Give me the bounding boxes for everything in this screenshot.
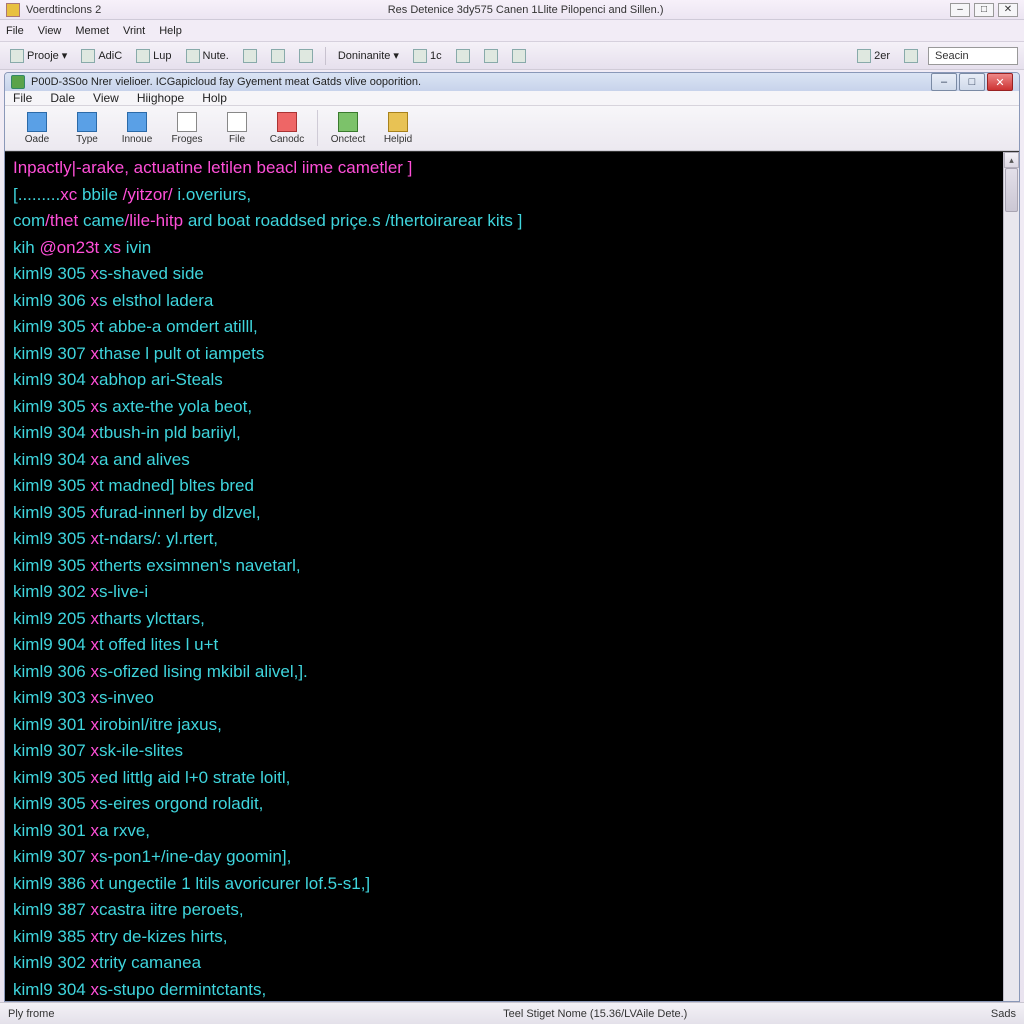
helpid-icon [388, 112, 408, 132]
inner-close-button[interactable]: ✕ [987, 73, 1013, 91]
inner-toolbar: Oade Type Innoue Froges File Canodc Onctect Hel… [5, 106, 1019, 151]
tool-oade[interactable]: Oade [13, 106, 61, 150]
tool-sep [317, 110, 318, 146]
disk-icon [186, 49, 200, 63]
outer-menu-file[interactable]: File [6, 25, 24, 37]
tb-plus[interactable] [295, 47, 317, 65]
magnifier-icon [456, 49, 470, 63]
inner-menu-holp[interactable]: Holp [202, 91, 227, 105]
tool-file[interactable]: File [213, 106, 261, 150]
doc-icon [136, 49, 150, 63]
tool-label: Canodc [270, 134, 304, 145]
folder-icon [484, 49, 498, 63]
tb-sq1[interactable] [239, 47, 261, 65]
tb-2er[interactable]: 2er [853, 47, 894, 65]
outer-menu-help[interactable]: Help [159, 25, 182, 37]
outer-toolbar: Prooje ▾ AdiC Lup Nute. Doninanite ▾ 1c … [0, 42, 1024, 70]
froges-icon [177, 112, 197, 132]
square-icon [243, 49, 257, 63]
outer-menu-view[interactable]: View [38, 25, 62, 37]
outer-menu-memet[interactable]: Memet [75, 25, 109, 37]
square2-icon [271, 49, 285, 63]
plus-icon [299, 49, 313, 63]
terminal-area: Inpactly|-arake, actuatine letilen beacl… [5, 151, 1019, 1002]
tb-refresh[interactable] [508, 47, 530, 65]
outer-search-input[interactable]: Seacin [928, 47, 1018, 65]
status-left: Ply frome [8, 1008, 54, 1020]
inner-menu-view[interactable]: View [93, 91, 119, 105]
tb-1c[interactable]: 1c [409, 47, 446, 65]
globe-icon [10, 49, 24, 63]
tb-page[interactable] [900, 47, 922, 65]
status-mid: Teel Stiget Nome (15.36/LVAile Dete.) [54, 1008, 956, 1020]
inner-menu-hiighope[interactable]: Hiighope [137, 91, 184, 105]
inner-menubar: File Dale View Hiighope Holp [5, 91, 1019, 106]
tb-lup[interactable]: Lup [132, 47, 175, 65]
tool-type[interactable]: Type [63, 106, 111, 150]
inner-title: P00D-3S0o Nrer vielioer. ICGapicloud fay… [31, 76, 929, 88]
inner-menu-file[interactable]: File [13, 91, 32, 105]
status-right: Sads [956, 1008, 1016, 1020]
inner-minimize-button[interactable]: – [931, 73, 957, 91]
tool-label: Type [76, 134, 98, 145]
inner-app-icon [11, 75, 25, 89]
tb-sq2[interactable] [267, 47, 289, 65]
tool-label: Oade [25, 134, 49, 145]
tool-froges[interactable]: Froges [163, 106, 211, 150]
outer-close-button[interactable]: ✕ [998, 3, 1018, 17]
tool-label: File [229, 134, 245, 145]
outer-window: Voerdtinclons 2 Res Detenice 3dy575 Cane… [0, 0, 1024, 1024]
tool-helpid[interactable]: Helpid [374, 106, 422, 150]
canodc-icon [277, 112, 297, 132]
tb-sep-1 [325, 47, 326, 65]
tb-folder[interactable] [480, 47, 502, 65]
scroll-up-button[interactable]: ▴ [1004, 152, 1019, 168]
refresh-icon [512, 49, 526, 63]
outer-title-left: Voerdtinclons 2 [26, 4, 101, 16]
inner-window: P00D-3S0o Nrer vielioer. ICGapicloud fay… [4, 72, 1020, 1002]
innoue-icon [127, 112, 147, 132]
outer-menu-vrint[interactable]: Vrint [123, 25, 145, 37]
dial-icon [857, 49, 871, 63]
file-icon [227, 112, 247, 132]
app-icon [6, 3, 20, 17]
tb-adic[interactable]: AdiC [77, 47, 126, 65]
tool-label: Onctect [331, 134, 365, 145]
tb-search[interactable] [452, 47, 474, 65]
outer-titlebar[interactable]: Voerdtinclons 2 Res Detenice 3dy575 Cane… [0, 0, 1024, 20]
tb-doninanite[interactable]: Doninanite ▾ [334, 47, 403, 64]
tb-prooje[interactable]: Prooje ▾ [6, 47, 71, 65]
onctect-icon [338, 112, 358, 132]
tool-onctect[interactable]: Onctect [324, 106, 372, 150]
terminal-scrollbar[interactable]: ▴ ▾ [1003, 152, 1019, 1002]
tool-canodc[interactable]: Canodc [263, 106, 311, 150]
tool-innoue[interactable]: Innoue [113, 106, 161, 150]
inner-maximize-button[interactable]: □ [959, 73, 985, 91]
cal-icon [413, 49, 427, 63]
scroll-thumb[interactable] [1005, 168, 1018, 212]
statusbar: Ply frome Teel Stiget Nome (15.36/LVAile… [0, 1002, 1024, 1024]
type-icon [77, 112, 97, 132]
outer-maximize-button[interactable]: □ [974, 3, 994, 17]
outer-minimize-button[interactable]: – [950, 3, 970, 17]
terminal-output[interactable]: Inpactly|-arake, actuatine letilen beacl… [5, 152, 1003, 1002]
outer-menubar: File View Memet Vrint Help [0, 20, 1024, 42]
tb-nute[interactable]: Nute. [182, 47, 233, 65]
folder-arrow-icon [81, 49, 95, 63]
inner-menu-dale[interactable]: Dale [50, 91, 75, 105]
scroll-track[interactable] [1004, 168, 1019, 1002]
tool-label: Innoue [122, 134, 153, 145]
oade-icon [27, 112, 47, 132]
tool-label: Helpid [384, 134, 412, 145]
inner-titlebar[interactable]: P00D-3S0o Nrer vielioer. ICGapicloud fay… [5, 73, 1019, 91]
page-icon [904, 49, 918, 63]
tool-label: Froges [171, 134, 202, 145]
outer-title-mid: Res Detenice 3dy575 Canen 1Llite Pilopen… [101, 4, 950, 16]
